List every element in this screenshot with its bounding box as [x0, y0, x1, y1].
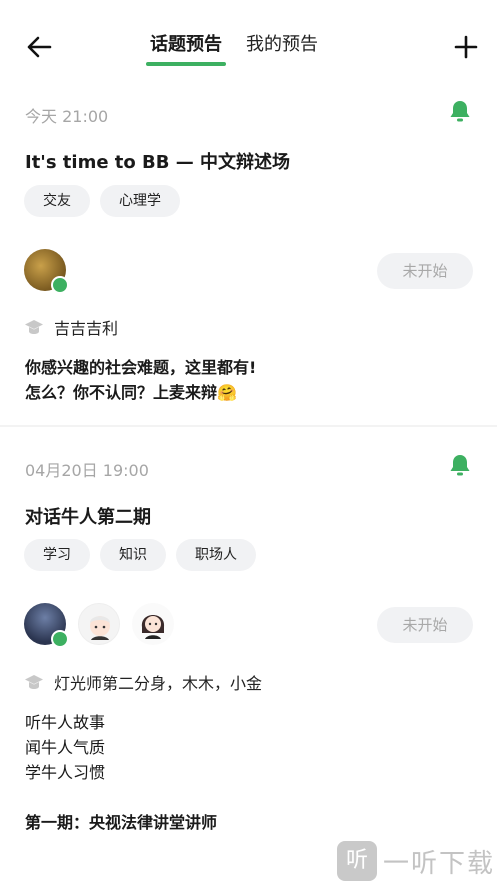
- topic-description-extra: 第一期：央视法律讲堂讲师: [25, 813, 218, 832]
- description-line: 听牛人故事: [25, 713, 106, 732]
- description-line: 学牛人习惯: [25, 763, 106, 782]
- avatar[interactable]: [24, 603, 69, 648]
- tag-chip[interactable]: 知识: [100, 539, 166, 571]
- topic-title: 对话牛人第二期: [25, 507, 151, 528]
- description-line: 闻牛人气质: [25, 738, 106, 757]
- cartoon-face-icon: [90, 616, 110, 640]
- topic-description: 听牛人故事 闻牛人气质 学牛人习惯: [25, 710, 105, 785]
- cartoon-face-icon: [141, 615, 165, 639]
- avatar[interactable]: [78, 603, 120, 645]
- topic-time: 04月20日 19:00: [25, 461, 149, 480]
- watermark: 听 一听下载: [336, 841, 495, 881]
- graduation-cap-icon: [25, 675, 43, 689]
- tag-chip[interactable]: 职场人: [176, 539, 256, 571]
- host-row: 灯光师第二分身，木木，小金: [24, 670, 262, 694]
- status-button[interactable]: 未开始: [377, 607, 473, 643]
- reminder-bell-button[interactable]: [447, 452, 473, 478]
- tag-list: 学习 知识 职场人: [24, 539, 256, 571]
- watermark-text: 一听下载: [382, 848, 495, 879]
- mic-icon: [51, 630, 69, 648]
- topic-card[interactable]: 04月20日 19:00 对话牛人第二期 学习 知识 职场人 未开始 灯光师第二…: [0, 0, 497, 883]
- tag-chip[interactable]: 学习: [24, 539, 90, 571]
- bell-icon: [450, 455, 470, 476]
- watermark-logo: 听: [336, 841, 377, 881]
- host-avatars: [24, 603, 174, 648]
- host-names: 灯光师第二分身，木木，小金: [54, 674, 263, 693]
- avatar[interactable]: [132, 603, 174, 645]
